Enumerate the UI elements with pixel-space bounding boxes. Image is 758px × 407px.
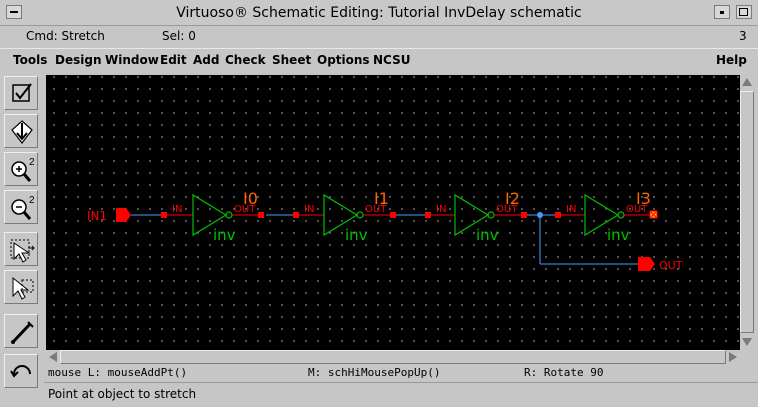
zoom-in-icon: 2: [11, 157, 35, 182]
i1-out-pin: [390, 212, 396, 218]
window-title: Virtuoso® Schematic Editing: Tutorial In…: [176, 5, 582, 21]
menu-tools[interactable]: Tools: [13, 53, 47, 67]
input-pin-label: IN1: [87, 209, 107, 223]
zoom-out-icon: 2: [11, 195, 35, 220]
scroll-down-icon[interactable]: [742, 338, 752, 346]
scroll-left-icon[interactable]: [49, 352, 57, 362]
selection-count: Sel: 0: [162, 29, 196, 43]
title-bar: Virtuoso® Schematic Editing: Tutorial In…: [0, 0, 758, 26]
mouse-bindings-bar: mouse L: mouseAddPt() M: schHiMousePopUp…: [44, 364, 758, 382]
i3-in-label: IN: [566, 204, 576, 215]
toolbox: 2 2: [0, 72, 44, 407]
window-number: 3: [739, 29, 747, 43]
i2-cell-name: inv: [476, 226, 499, 244]
i2-instance-name: I2: [505, 189, 520, 208]
schematic-drawing: IN1 IN OUT I0 inv IN OUT I1 inv IN OUT I…: [87, 189, 683, 272]
copy-icon: [12, 276, 34, 300]
undo-icon: [10, 365, 31, 378]
wire-junction-dot: [537, 212, 543, 218]
scroll-up-icon[interactable]: [742, 78, 752, 86]
i1-in-pin: [293, 212, 299, 218]
zoom-in-button[interactable]: 2: [4, 152, 38, 186]
i0-in-pin: [161, 212, 167, 218]
i3-instance-name: I3: [636, 189, 651, 208]
prompt-text: Point at object to stretch: [48, 387, 197, 401]
menu-ncsu[interactable]: NCSU: [373, 53, 410, 67]
i3-in-pin: [555, 212, 561, 218]
wire-icon: [11, 321, 34, 344]
undo-button[interactable]: [4, 354, 38, 388]
menu-design[interactable]: Design: [55, 53, 102, 67]
maximize-button[interactable]: [736, 5, 752, 19]
i0-instance-name: I0: [243, 189, 258, 208]
command-status: Cmd: Stretch: [26, 29, 105, 43]
i0-out-pin: [258, 212, 264, 218]
menu-check[interactable]: Check: [225, 53, 266, 67]
menu-add[interactable]: Add: [193, 53, 219, 67]
i0-in-label: IN: [172, 204, 182, 215]
menu-window[interactable]: Window: [105, 53, 159, 67]
copy-button[interactable]: [4, 270, 38, 304]
check-save-button[interactable]: [4, 76, 38, 110]
status-bar: Cmd: Stretch Sel: 0 3: [0, 26, 758, 48]
wire-button[interactable]: [4, 314, 38, 348]
i1-in-label: IN: [304, 204, 314, 215]
zoom-out-factor: 2: [29, 195, 35, 206]
menu-sheet[interactable]: Sheet: [272, 53, 311, 67]
descend-icon: [11, 120, 33, 144]
horizontal-scrollbar[interactable]: [46, 350, 740, 364]
i2-in-pin: [425, 212, 431, 218]
i1-instance-name: I1: [374, 189, 389, 208]
menu-options[interactable]: Options: [317, 53, 370, 67]
output-pin-label: OUT: [659, 259, 683, 272]
vertical-scrollbar[interactable]: [740, 75, 754, 350]
i3-cell-name: inv: [607, 226, 630, 244]
i2-in-label: IN: [436, 204, 446, 215]
inverter-i1[interactable]: IN OUT I1 inv: [293, 189, 396, 244]
inverter-i0[interactable]: IN OUT I0 inv: [161, 189, 264, 244]
schematic-canvas[interactable]: IN1 IN OUT I0 inv IN OUT I1 inv IN OUT I…: [46, 75, 740, 350]
zoom-out-button[interactable]: 2: [4, 190, 38, 224]
descend-button[interactable]: [4, 114, 38, 148]
i0-cell-name: inv: [213, 226, 236, 244]
zoom-in-factor: 2: [29, 157, 35, 168]
vertical-scroll-thumb[interactable]: [740, 91, 754, 333]
i1-cell-name: inv: [345, 226, 368, 244]
scroll-right-icon[interactable]: [729, 352, 737, 362]
check-save-icon: [12, 83, 32, 102]
input-pin-shape[interactable]: [116, 208, 131, 222]
menu-edit[interactable]: Edit: [160, 53, 187, 67]
stretch-button[interactable]: [4, 232, 38, 266]
minimize-button[interactable]: [714, 5, 730, 19]
mouse-middle-binding: M: schHiMousePopUp(): [308, 366, 441, 379]
mouse-right-binding: R: Rotate 90: [524, 366, 604, 379]
i2-out-pin: [521, 212, 527, 218]
stretch-icon: [10, 239, 35, 263]
menu-help[interactable]: Help: [716, 53, 747, 67]
inverter-i3[interactable]: IN OUT I3 inv: [555, 189, 658, 244]
inverter-i2[interactable]: IN OUT I2 inv: [425, 189, 527, 244]
prompt-line: Point at object to stretch: [44, 382, 758, 404]
horizontal-scroll-thumb[interactable]: [60, 350, 726, 364]
output-pin-shape[interactable]: [638, 257, 655, 271]
menu-bar: Tools Design Window Edit Add Check Sheet…: [0, 48, 758, 72]
mouse-left-binding: mouse L: mouseAddPt(): [48, 366, 188, 379]
